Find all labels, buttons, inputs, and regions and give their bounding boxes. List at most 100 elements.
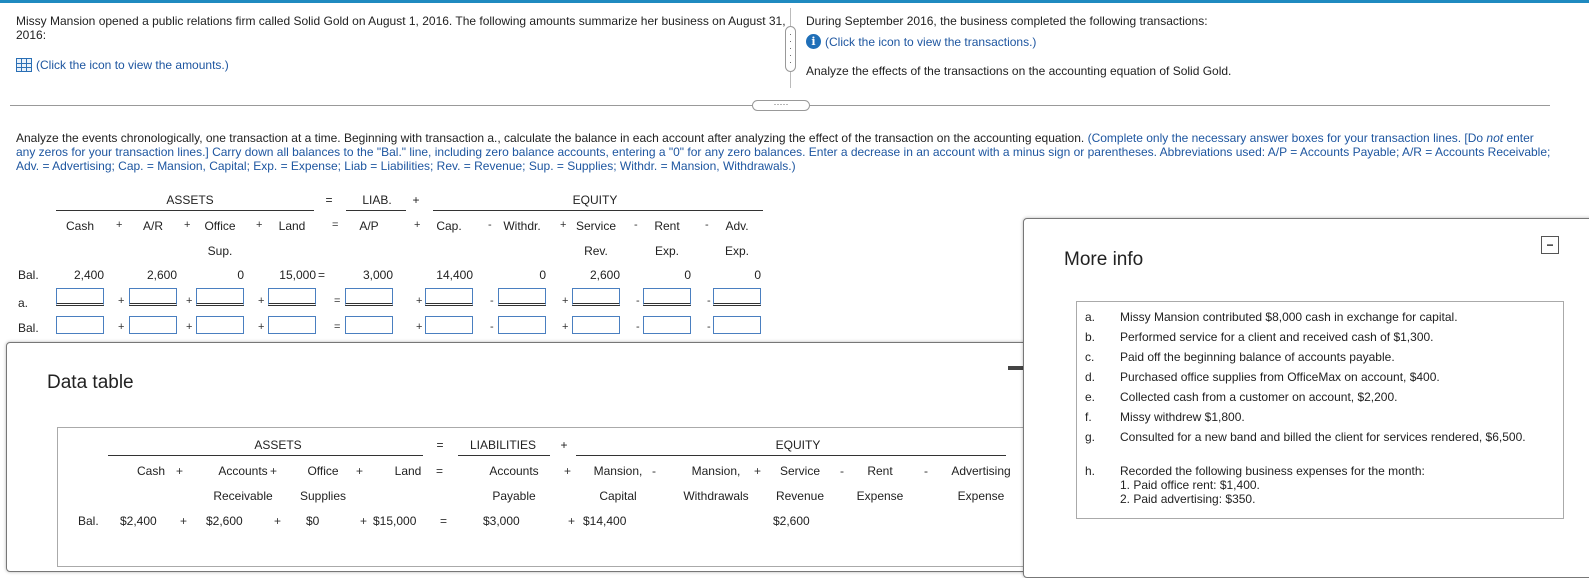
balance-value: 14,400 [436, 268, 473, 282]
horizontal-resize-handle[interactable]: ····· [752, 100, 810, 111]
row-operator: - [636, 295, 640, 307]
dt-bal-value: $15,000 [373, 514, 417, 528]
data-table-panel: Data table ASSETS = LIABILITIES + EQUITY Cash… [6, 342, 1036, 572]
equity-header: EQUITY [572, 193, 618, 207]
answer-input-bal[interactable] [572, 316, 620, 334]
item-text-main: Collected cash from a customer on accoun… [1120, 390, 1398, 404]
item-text-main: Purchased office supplies from OfficeMax… [1120, 370, 1440, 384]
bal-equals: = [318, 268, 326, 282]
dt-plus-header: + [560, 438, 568, 452]
row-operator: + [258, 295, 265, 307]
dt-bal-operator: + [360, 514, 368, 528]
answer-input-a[interactable] [425, 288, 473, 306]
dt-equals-header: = [436, 438, 444, 452]
more-info-item: c. Paid off the beginning balance of acco… [1085, 350, 1540, 364]
item-text-main: Consulted for a new band and billed the … [1120, 430, 1526, 444]
more-info-item: a. Missy Mansion contributed $8,000 cash … [1085, 310, 1540, 324]
answer-input-bal[interactable] [498, 316, 546, 334]
answer-input-a[interactable] [498, 288, 546, 306]
balance-value: 2,600 [589, 268, 620, 282]
dt-column-header-sub: Supplies [299, 489, 347, 503]
transactions-link[interactable]: i (Click the icon to view the transactio… [806, 34, 1036, 49]
column-header: Office [204, 219, 236, 233]
answer-input-bal[interactable] [425, 316, 473, 334]
dt-column-operator: + [270, 464, 278, 478]
dt-liabilities-header: LIABILITIES [469, 438, 537, 452]
column-header: Cap. [436, 219, 462, 233]
more-info-item: b. Performed service for a client and rec… [1085, 330, 1540, 344]
balance-value: 0 [754, 268, 761, 282]
dt-underline [576, 455, 1006, 456]
dt-bal-label: Bal. [78, 514, 99, 528]
answer-input-a[interactable] [345, 288, 393, 306]
more-info-item: e. Collected cash from a customer on acco… [1085, 390, 1540, 404]
item-sub-text: 1. Paid office rent: $1,400. [1120, 478, 1260, 492]
table-icon[interactable] [16, 58, 32, 72]
row-operator: + [118, 295, 125, 307]
answer-input-bal[interactable] [56, 316, 104, 334]
vertical-resize-handle[interactable]: · · · · · [785, 26, 796, 72]
answer-input-a[interactable] [56, 288, 104, 306]
equals-header: = [325, 193, 333, 207]
dt-column-header: Land [394, 464, 422, 478]
balance-value: 0 [539, 268, 546, 282]
instructions-note-1: (Complete only the necessary answer boxe… [1084, 131, 1487, 145]
item-letter: f. [1085, 410, 1092, 424]
row-operator: - [490, 295, 494, 307]
column-header: Withdr. [503, 219, 541, 233]
more-info-panel: More info a. Missy Mansion contributed $8… [1023, 218, 1589, 578]
dt-column-header: Mansion, [593, 464, 643, 478]
row-operator: + [186, 321, 193, 333]
transactions-link-label[interactable]: (Click the icon to view the transactions… [825, 35, 1036, 49]
balance-value: 2,600 [146, 268, 177, 282]
row-operator: + [562, 295, 569, 307]
answer-input-a[interactable] [713, 288, 761, 306]
answer-input-a[interactable] [572, 288, 620, 306]
answer-input-bal[interactable] [713, 316, 761, 334]
amounts-link[interactable]: (Click the icon to view the amounts.) [16, 58, 229, 72]
item-letter: b. [1085, 330, 1096, 344]
balance-value: 3,000 [362, 268, 393, 282]
item-letter: a. [1085, 310, 1096, 324]
dt-bal-operator: + [568, 514, 576, 528]
item-sub-text: 2. Paid advertising: $350. [1120, 492, 1256, 506]
dt-column-header-sub: Receivable [213, 489, 273, 503]
answer-input-a[interactable] [129, 288, 177, 306]
item-letter: c. [1085, 350, 1095, 364]
dt-underline [108, 455, 423, 456]
dt-bal-value: $0 [306, 514, 320, 528]
answer-input-bal[interactable] [268, 316, 316, 334]
answer-input-bal[interactable] [129, 316, 177, 334]
dt-bal-value: $3,000 [483, 514, 520, 528]
amounts-link-label[interactable]: (Click the icon to view the amounts.) [36, 58, 229, 72]
answer-input-a[interactable] [268, 288, 316, 306]
instructions-not: not [1486, 131, 1504, 145]
dt-column-header: Office [307, 464, 339, 478]
info-icon[interactable]: i [806, 34, 821, 49]
minimize-button[interactable]: − [1541, 236, 1559, 254]
column-header: A/R [142, 219, 163, 233]
column-header-sub: Exp. [724, 244, 749, 258]
item-letter: h. [1085, 464, 1096, 478]
answer-input-a[interactable] [643, 288, 691, 306]
answer-input-a[interactable] [196, 288, 244, 306]
column-header: Cash [65, 219, 94, 233]
dt-equity-header: EQUITY [775, 438, 821, 452]
item-text: Missy withdrew $1,800. [1120, 410, 1540, 424]
bal2-row-label: Bal. [18, 321, 39, 335]
answer-input-bal[interactable] [345, 316, 393, 334]
column-header-sub: Exp. [654, 244, 679, 258]
dt-bal-operator: + [274, 514, 282, 528]
item-letter: d. [1085, 370, 1096, 384]
row-operator: + [416, 295, 423, 307]
dt-bal-value: $2,600 [206, 514, 243, 528]
row-operator: + [118, 321, 125, 333]
answer-input-bal[interactable] [196, 316, 244, 334]
column-header-sub: Sup. [207, 244, 233, 258]
dt-underline [458, 455, 550, 456]
more-info-item: g. Consulted for a new band and billed th… [1085, 430, 1540, 444]
transactions-intro: During September 2016, the business comp… [806, 14, 1208, 28]
row-operator: + [258, 321, 265, 333]
intro-text: Missy Mansion opened a public relations … [16, 14, 786, 42]
answer-input-bal[interactable] [643, 316, 691, 334]
